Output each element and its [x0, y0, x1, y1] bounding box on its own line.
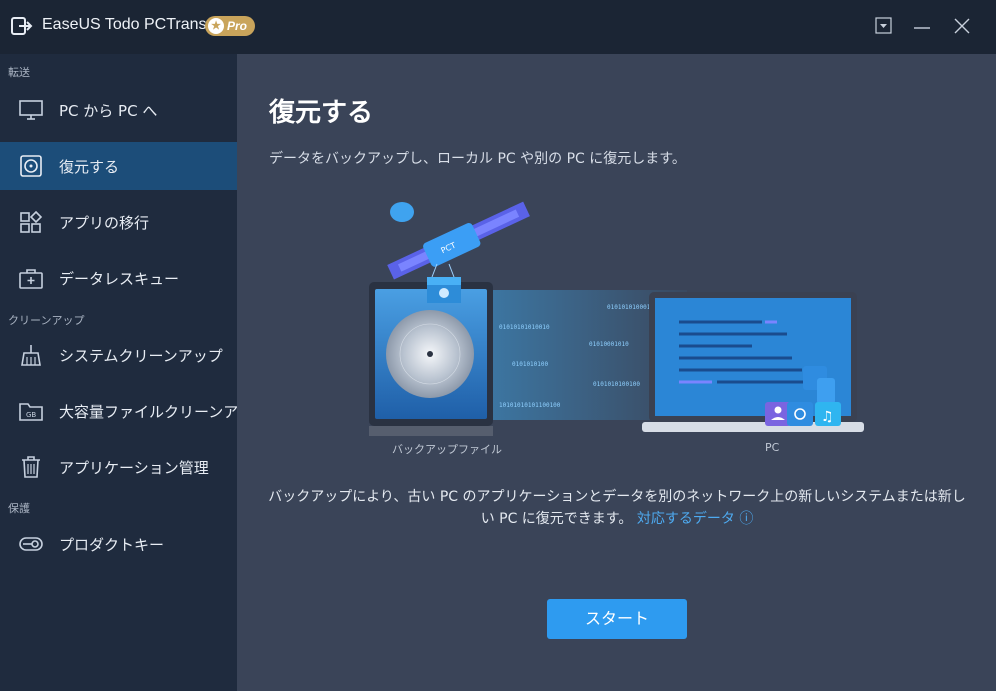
broom-icon — [21, 345, 41, 366]
page-title: 復元する — [269, 98, 374, 128]
sidebar-item-app-management[interactable]: アプリケーション管理 — [0, 443, 237, 491]
section-label-cleanup: クリーンアップ — [8, 314, 85, 327]
restore-note: バックアップにより、古い PC のアプリケーションとデータを別のネットワーク上の… — [267, 486, 967, 530]
sidebar-item-large-file-cleanup[interactable]: GB 大容量ファイルクリーンアップ — [0, 387, 268, 435]
sidebar-item-label: アプリの移行 — [59, 214, 150, 232]
sidebar-item-label: 復元する — [59, 158, 120, 176]
sidebar-item-label: アプリケーション管理 — [59, 459, 209, 477]
sidebar-item-label: データレスキュー — [59, 270, 180, 288]
sidebar: 転送 PC から PC へ 復元する アプリの移行 データレスキュー クリーンア… — [0, 54, 268, 691]
key-icon — [19, 537, 43, 551]
supported-data-link-label: 対応するデータ — [636, 511, 735, 527]
sidebar-item-system-cleanup[interactable]: システムクリーンアップ — [0, 331, 237, 379]
restore-note-text: バックアップにより、古い PC のアプリケーションとデータを別のネットワーク上の… — [268, 489, 966, 527]
backup-file-caption: バックアップファイル — [392, 443, 502, 456]
backup-restore-illustration: 0101010100010010 01010101010010 01010001… — [369, 201, 864, 436]
minimize-icon[interactable] — [910, 14, 934, 38]
supported-data-link[interactable]: 対応するデータ ⓘ — [637, 511, 753, 527]
pro-badge: ★ Pro — [205, 16, 255, 36]
dropdown-icon[interactable] — [872, 14, 896, 38]
sidebar-item-app-migration[interactable]: アプリの移行 — [0, 198, 237, 246]
section-label-transfer: 転送 — [8, 66, 30, 79]
sidebar-item-product-key[interactable]: プロダクトキー — [0, 520, 237, 568]
app-logo-icon — [11, 17, 33, 35]
section-label-protect: 保護 — [8, 502, 30, 515]
sidebar-item-label: PC から PC へ — [59, 102, 158, 120]
close-icon[interactable] — [950, 14, 974, 38]
sidebar-item-data-rescue[interactable]: データレスキュー — [0, 254, 237, 302]
info-icon: ⓘ — [739, 511, 754, 527]
app-title: EaseUS Todo PCTrans — [42, 16, 207, 33]
rescue-kit-icon — [19, 269, 43, 289]
large-file-folder-icon: GB — [19, 403, 43, 421]
page-description: データをバックアップし、ローカル PC や別の PC に復元します。 — [269, 151, 686, 167]
sidebar-item-restore[interactable]: 復元する — [0, 142, 237, 190]
pc-caption: PC — [765, 441, 780, 454]
start-button[interactable]: スタート — [547, 599, 687, 639]
svg-text:♫: ♫ — [821, 409, 834, 425]
svg-text:0101010100100: 0101010100100 — [593, 381, 640, 388]
monitor-icon — [19, 100, 43, 120]
trash-icon — [22, 456, 40, 478]
svg-text:01010001010: 01010001010 — [589, 341, 629, 348]
svg-text:10101010101100100: 10101010101100100 — [499, 402, 561, 409]
svg-text:01010101010010: 01010101010010 — [499, 324, 550, 331]
pro-label: Pro — [227, 19, 248, 33]
svg-text:GB: GB — [26, 411, 36, 419]
sidebar-item-label: プロダクトキー — [59, 536, 165, 554]
title-bar: EaseUS Todo PCTrans ★ Pro — [0, 0, 996, 54]
disc-restore-icon — [20, 155, 42, 177]
apps-icon — [20, 210, 43, 233]
sidebar-item-pc-to-pc[interactable]: PC から PC へ — [0, 86, 237, 134]
star-icon: ★ — [208, 18, 224, 34]
sidebar-item-label: システムクリーンアップ — [59, 347, 223, 365]
svg-text:0101010100: 0101010100 — [512, 361, 549, 368]
main-panel: 復元する データをバックアップし、ローカル PC や別の PC に復元します。 … — [237, 54, 996, 691]
